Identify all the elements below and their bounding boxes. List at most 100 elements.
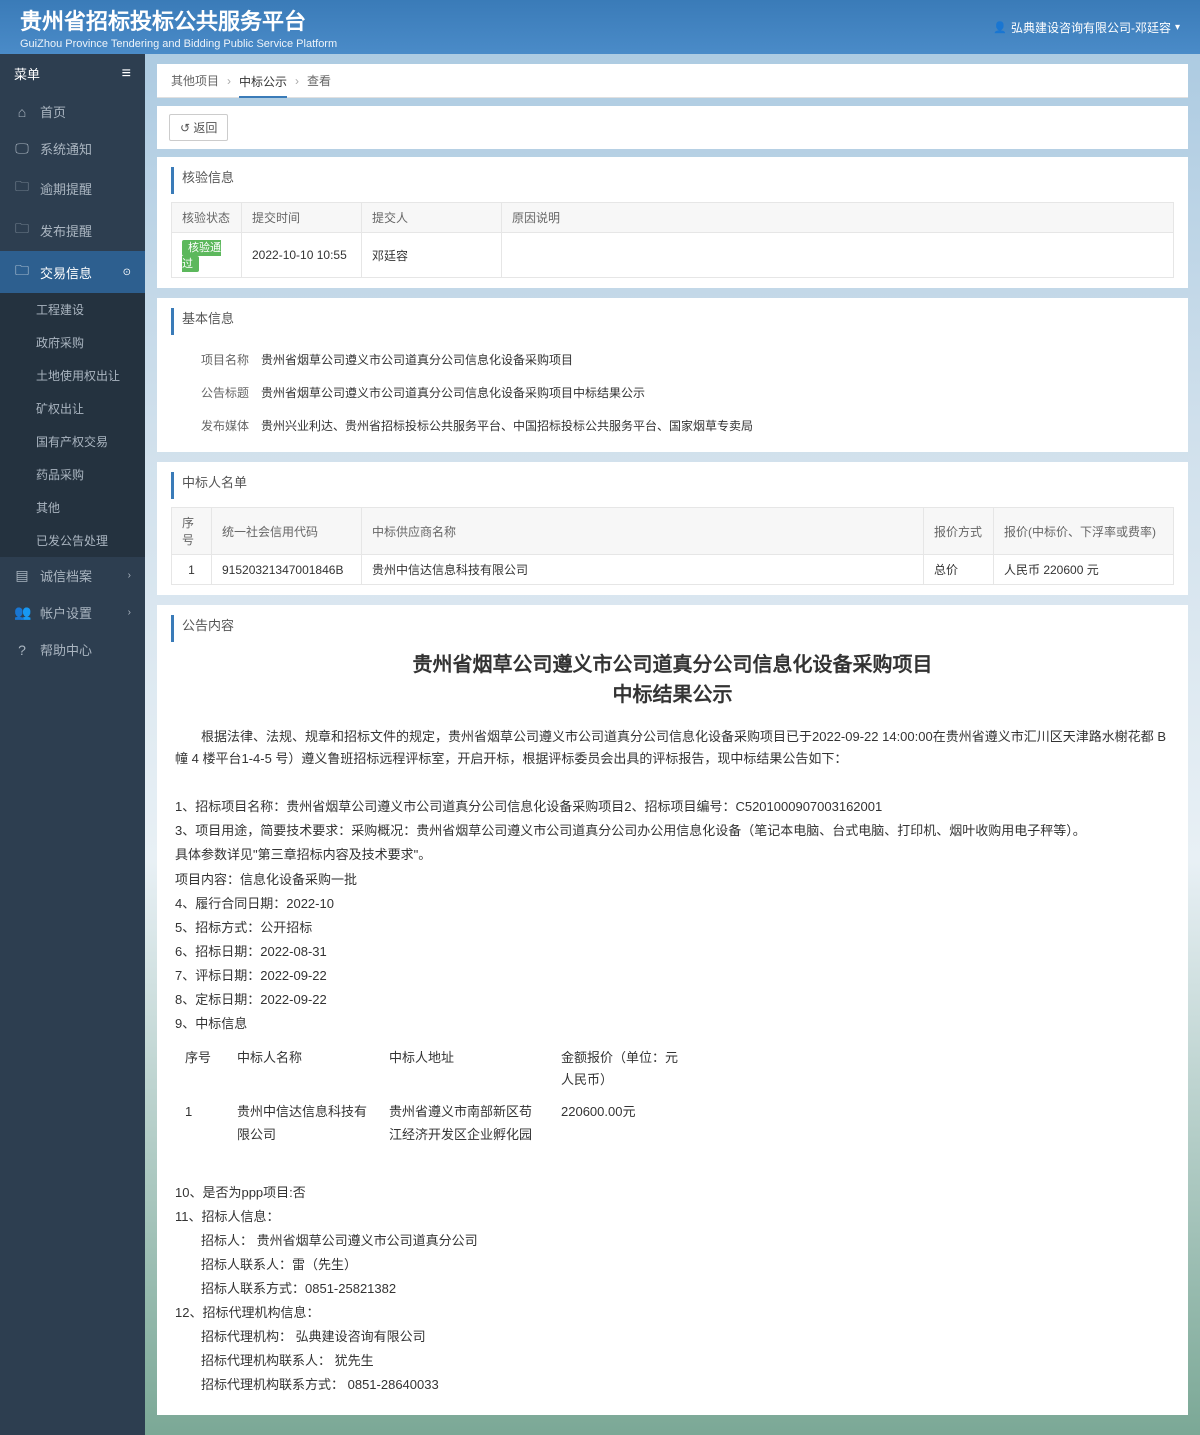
winners-table: 序号 统一社会信用代码 中标供应商名称 报价方式 报价(中标价、下浮率或费率) … (171, 507, 1174, 585)
notice-line: 招标人联系方式：0851-25821382 (175, 1278, 1170, 1300)
sidebar: 菜单 ≡ ⌂首页🖵系统通知🗀逾期提醒🗀发布提醒🗀交易信息⊙工程建设政府采购土地使… (0, 54, 145, 1435)
panel-title: 公告内容 (171, 615, 1174, 642)
cell: 1 (172, 555, 212, 585)
info-label: 发布媒体 (171, 417, 261, 434)
crumb-b[interactable]: 中标公示 (239, 73, 287, 98)
th: 中标供应商名称 (362, 508, 924, 555)
table-row: 1 贵州中信达信息科技有限公司 贵州省遵义市南部新区苟江经济开发区企业孵化园 2… (177, 1097, 693, 1149)
notice-line: 项目内容：信息化设备采购一批 (175, 869, 1170, 891)
info-row: 公告标题贵州省烟草公司遵义市公司道真分公司信息化设备采购项目中标结果公示 (171, 376, 1174, 409)
sidebar-item[interactable]: 👥 帐户设置 › (0, 594, 145, 631)
back-button[interactable]: ↺ 返回 (169, 114, 228, 141)
cell: 贵州中信达信息科技有限公司 (362, 555, 924, 585)
notice-line: 具体参数详见"第三章招标内容及技术要求"。 (175, 844, 1170, 866)
cell: 2022-10-10 10:55 (242, 233, 362, 278)
nav-label: 帮助中心 (40, 640, 92, 659)
sidebar-sub-item[interactable]: 其他 (0, 491, 145, 524)
nav-label: 交易信息 (40, 263, 92, 282)
notice-line: 8、定标日期：2022-09-22 (175, 989, 1170, 1011)
notice-line: 招标代理机构： 弘典建设咨询有限公司 (175, 1326, 1170, 1348)
info-value: 贵州省烟草公司遵义市公司道真分公司信息化设备采购项目中标结果公示 (261, 384, 1174, 401)
verify-panel: 核验信息 核验状态 提交时间 提交人 原因说明 核验通过 2022-10-10 … (157, 157, 1188, 288)
crumb-c: 查看 (307, 72, 331, 89)
cell: 贵州中信达信息科技有限公司 (229, 1097, 379, 1149)
status-badge: 核验通过 (182, 240, 221, 272)
notice-line: 招标代理机构联系方式： 0851-28640033 (175, 1374, 1170, 1396)
chevron-right-icon: › (128, 607, 131, 618)
user-icon (993, 20, 1007, 34)
nav-label: 发布提醒 (40, 221, 92, 240)
th: 原因说明 (502, 203, 1174, 233)
sidebar-sub-item[interactable]: 已发公告处理 (0, 524, 145, 557)
info-row: 发布媒体贵州兴业利达、贵州省招标投标公共服务平台、中国招标投标公共服务平台、国家… (171, 409, 1174, 442)
table-row: 1 91520321347001846B 贵州中信达信息科技有限公司 总价 人民… (172, 555, 1174, 585)
menu-label: 菜单 (14, 64, 40, 83)
notice-line: 11、招标人信息： (175, 1206, 1170, 1228)
back-arrow-icon: ↺ (180, 121, 190, 135)
cell: 220600.00元 (553, 1097, 693, 1149)
info-row: 项目名称贵州省烟草公司遵义市公司道真分公司信息化设备采购项目 (171, 343, 1174, 376)
chevron-down-icon: ⊙ (123, 267, 131, 278)
cell (502, 233, 1174, 278)
crumb-sep: › (295, 74, 299, 88)
top-header: 贵州省招标投标公共服务平台 GuiZhou Province Tendering… (0, 0, 1200, 54)
cell: 总价 (924, 555, 994, 585)
user-name: 弘典建设咨询有限公司-邓廷容 (1011, 19, 1171, 36)
sidebar-sub-item[interactable]: 政府采购 (0, 326, 145, 359)
nav-label: 首页 (40, 102, 66, 121)
back-bar: ↺ 返回 (157, 106, 1188, 149)
crumb-sep: › (227, 74, 231, 88)
panel-title: 基本信息 (171, 308, 1174, 335)
cell: 贵州省遵义市南部新区苟江经济开发区企业孵化园 (381, 1097, 551, 1149)
winners-panel: 中标人名单 序号 统一社会信用代码 中标供应商名称 报价方式 报价(中标价、下浮… (157, 462, 1188, 595)
cell: 1 (177, 1097, 227, 1149)
verify-table: 核验状态 提交时间 提交人 原因说明 核验通过 2022-10-10 10:55… (171, 202, 1174, 278)
sidebar-sub-item[interactable]: 药品采购 (0, 458, 145, 491)
sidebar-item[interactable]: ?帮助中心 (0, 631, 145, 668)
sidebar-item[interactable]: 🖵系统通知 (0, 130, 145, 167)
user-menu[interactable]: 弘典建设咨询有限公司-邓廷容 ▾ (993, 19, 1180, 36)
sidebar-sub-item[interactable]: 国有产权交易 (0, 425, 145, 458)
th: 报价方式 (924, 508, 994, 555)
th: 金额报价（单位：元人民币） (553, 1043, 693, 1095)
nav-icon: 👥 (14, 604, 30, 621)
notice-line: 12、招标代理机构信息： (175, 1302, 1170, 1324)
notice-line: 7、评标日期：2022-09-22 (175, 965, 1170, 987)
crumb-a[interactable]: 其他项目 (171, 72, 219, 89)
main-content: 其他项目 › 中标公示 › 查看 ↺ 返回 核验信息 核验状态 提交时间 提交人… (145, 54, 1200, 1435)
notice-line: 1、招标项目名称：贵州省烟草公司遵义市公司道真分公司信息化设备采购项目2、招标项… (175, 796, 1170, 818)
info-label: 项目名称 (171, 351, 261, 368)
cell: 人民币 220600 元 (994, 555, 1174, 585)
sidebar-item[interactable]: ▤诚信档案› (0, 557, 145, 594)
notice-line: 4、履行合同日期：2022-10 (175, 893, 1170, 915)
th: 提交人 (362, 203, 502, 233)
sidebar-item[interactable]: 🗀交易信息⊙ (0, 251, 145, 293)
nav-icon: ⌂ (14, 104, 30, 120)
info-label: 公告标题 (171, 384, 261, 401)
th: 核验状态 (172, 203, 242, 233)
notice-line: 招标人联系人：雷（先生） (175, 1254, 1170, 1276)
sidebar-sub-item[interactable]: 土地使用权出让 (0, 359, 145, 392)
notice-line: 3、项目用途，简要技术要求：采购概况：贵州省烟草公司遵义市公司道真分公司办公用信… (175, 820, 1170, 842)
notice-body: 根据法律、法规、规章和招标文件的规定，贵州省烟草公司遵义市公司道真分公司信息化设… (171, 718, 1174, 1405)
sidebar-sub-item[interactable]: 矿权出让 (0, 392, 145, 425)
notice-line: 9、中标信息 (175, 1013, 1170, 1035)
cell: 91520321347001846B (212, 555, 362, 585)
sidebar-sub-item[interactable]: 工程建设 (0, 293, 145, 326)
notice-intro: 根据法律、法规、规章和招标文件的规定，贵州省烟草公司遵义市公司道真分公司信息化设… (175, 726, 1170, 770)
chevron-down-icon: ▾ (1175, 22, 1180, 33)
th: 统一社会信用代码 (212, 508, 362, 555)
sidebar-item[interactable]: 🗀 发布提醒 (0, 209, 145, 251)
sidebar-item[interactable]: ⌂ 首页 (0, 93, 145, 130)
nav-icon: 🗀 (14, 218, 30, 242)
menu-header: 菜单 ≡ (0, 54, 145, 93)
breadcrumb: 其他项目 › 中标公示 › 查看 (157, 64, 1188, 98)
basic-panel: 基本信息 项目名称贵州省烟草公司遵义市公司道真分公司信息化设备采购项目公告标题贵… (157, 298, 1188, 452)
hamburger-icon[interactable]: ≡ (122, 65, 131, 83)
th: 报价(中标价、下浮率或费率) (994, 508, 1174, 555)
nav-label: 帐户设置 (40, 603, 92, 622)
nav-label: 诚信档案 (40, 566, 92, 585)
panel-title: 核验信息 (171, 167, 1174, 194)
sidebar-item[interactable]: 🗀逾期提醒 (0, 167, 145, 209)
th: 中标人地址 (381, 1043, 551, 1095)
